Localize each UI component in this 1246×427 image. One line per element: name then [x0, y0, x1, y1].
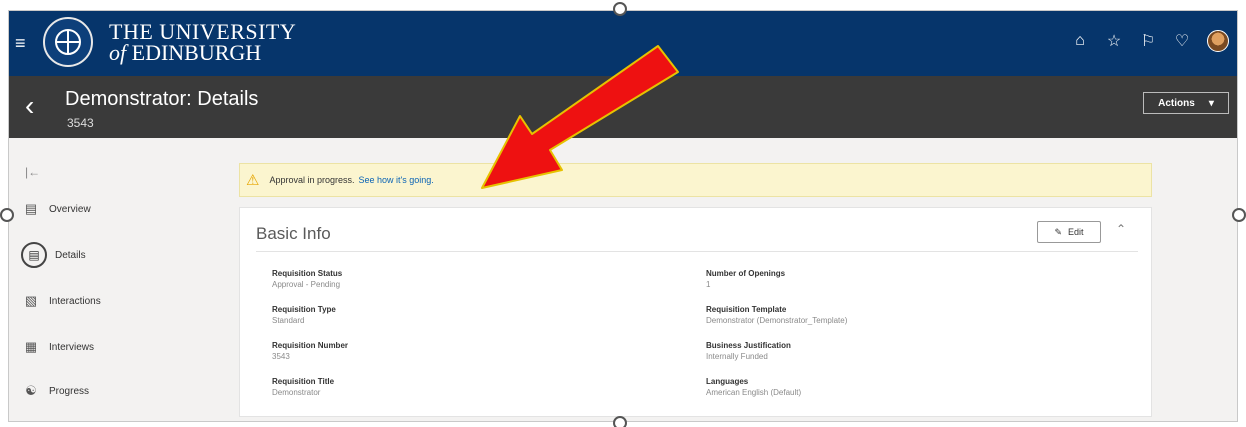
field-value: Demonstrator (Demonstrator_Template): [706, 316, 848, 325]
sidebar-item-details[interactable]: ▤ Details: [21, 242, 86, 268]
collapse-section-icon[interactable]: ⌃: [1116, 222, 1126, 236]
field-value: 1: [706, 280, 711, 289]
university-name: THE UNIVERSITY of EDINBURGH: [109, 19, 297, 65]
home-icon[interactable]: ⌂: [1071, 32, 1089, 50]
field-requisition-template: Requisition Template Demonstrator (Demon…: [706, 304, 847, 326]
field-label: Requisition Type: [272, 305, 336, 314]
university-name-line2: of EDINBURGH: [109, 40, 296, 65]
sidebar-item-label: Progress: [49, 385, 90, 397]
field-value: Standard: [272, 316, 305, 325]
university-name-prefix: of: [109, 40, 127, 65]
field-label: Requisition Title: [272, 377, 335, 386]
field-requisition-number: Requisition Number 3543: [272, 340, 348, 362]
pencil-icon: ✎: [1054, 226, 1063, 237]
field-label: Languages: [706, 377, 749, 386]
frame-handle-bottom[interactable]: [613, 416, 627, 427]
field-languages: Languages American English (Default): [706, 376, 801, 398]
page-title: Demonstrator: Details: [65, 88, 259, 110]
section-title: Basic Info: [256, 224, 331, 243]
progress-icon: ☯: [25, 383, 37, 398]
page-subtitle: 3543: [67, 116, 94, 130]
collapse-sidebar-icon[interactable]: |←: [25, 165, 40, 179]
page-titlebar: ‹ Demonstrator: Details 3543 Actions ▾: [9, 76, 1237, 138]
star-icon[interactable]: ☆: [1105, 31, 1123, 51]
field-requisition-status: Requisition Status Approval - Pending: [272, 268, 342, 290]
sidebar: |← ▤ Overview ▤ Details ▧ Interactions ▦…: [9, 138, 219, 421]
divider: [256, 251, 1138, 252]
actions-button[interactable]: Actions ▾: [1143, 92, 1229, 114]
header-icons: ⌂ ☆ ⚐ ♡: [1071, 30, 1229, 52]
approval-status-link[interactable]: See how it's going.: [359, 175, 434, 185]
details-icon: ▤: [21, 242, 47, 268]
sidebar-item-label: Overview: [49, 203, 91, 215]
edit-label: Edit: [1068, 227, 1084, 237]
field-business-justification: Business Justification Internally Funded: [706, 340, 791, 362]
actions-label: Actions: [1158, 97, 1195, 109]
sidebar-item-progress[interactable]: ☯ Progress: [21, 383, 90, 398]
sidebar-item-interviews[interactable]: ▦ Interviews: [21, 339, 95, 354]
frame-handle-right[interactable]: [1232, 208, 1246, 222]
field-number-of-openings: Number of Openings 1: [706, 268, 785, 290]
field-requisition-type: Requisition Type Standard: [272, 304, 336, 326]
university-name-line1: THE UNIVERSITY: [109, 19, 297, 44]
menu-icon[interactable]: ≡: [15, 33, 26, 54]
frame-handle-top[interactable]: [613, 2, 627, 16]
interactions-icon: ▧: [24, 293, 38, 308]
warning-icon: ⚠: [246, 172, 260, 189]
frame-handle-left[interactable]: [0, 208, 14, 222]
edit-button[interactable]: ✎ Edit: [1037, 221, 1101, 243]
alert-message: Approval in progress.: [269, 175, 355, 185]
sidebar-item-label: Interviews: [49, 341, 95, 353]
field-value: Approval - Pending: [272, 280, 341, 289]
field-value: 3543: [272, 352, 290, 361]
field-label: Number of Openings: [706, 269, 786, 278]
user-avatar[interactable]: [1207, 30, 1229, 52]
interviews-icon: ▦: [24, 339, 38, 354]
university-name-main: EDINBURGH: [131, 40, 262, 65]
global-header: ≡ THE UNIVERSITY of EDINBURGH ⌂ ☆ ⚐ ♡: [9, 11, 1237, 76]
basic-info-card: Basic Info ✎ Edit ⌃ Requisition Status A…: [239, 207, 1152, 417]
field-value: Demonstrator: [272, 388, 321, 397]
field-label: Requisition Number: [272, 341, 349, 350]
sidebar-item-label: Details: [55, 249, 86, 261]
sidebar-item-interactions[interactable]: ▧ Interactions: [21, 293, 101, 308]
overview-icon: ▤: [24, 201, 38, 216]
field-value: Internally Funded: [706, 352, 768, 361]
university-crest-logo[interactable]: [43, 17, 93, 67]
dropdown-caret-icon: ▾: [1208, 97, 1214, 109]
back-chevron-icon[interactable]: ‹: [25, 90, 34, 122]
field-label: Requisition Template: [706, 305, 787, 314]
field-requisition-title: Requisition Title Demonstrator: [272, 376, 334, 398]
approval-alert-banner: ⚠ Approval in progress. See how it's goi…: [239, 163, 1152, 197]
field-label: Requisition Status: [272, 269, 343, 278]
sidebar-item-label: Interactions: [49, 295, 101, 307]
flag-icon[interactable]: ⚐: [1139, 31, 1157, 51]
field-value: American English (Default): [706, 388, 802, 397]
bell-icon[interactable]: ♡: [1173, 31, 1191, 51]
field-label: Business Justification: [706, 341, 791, 350]
sidebar-item-overview[interactable]: ▤ Overview: [21, 201, 91, 216]
app-window: ≡ THE UNIVERSITY of EDINBURGH ⌂ ☆ ⚐ ♡ ‹ …: [8, 10, 1238, 422]
